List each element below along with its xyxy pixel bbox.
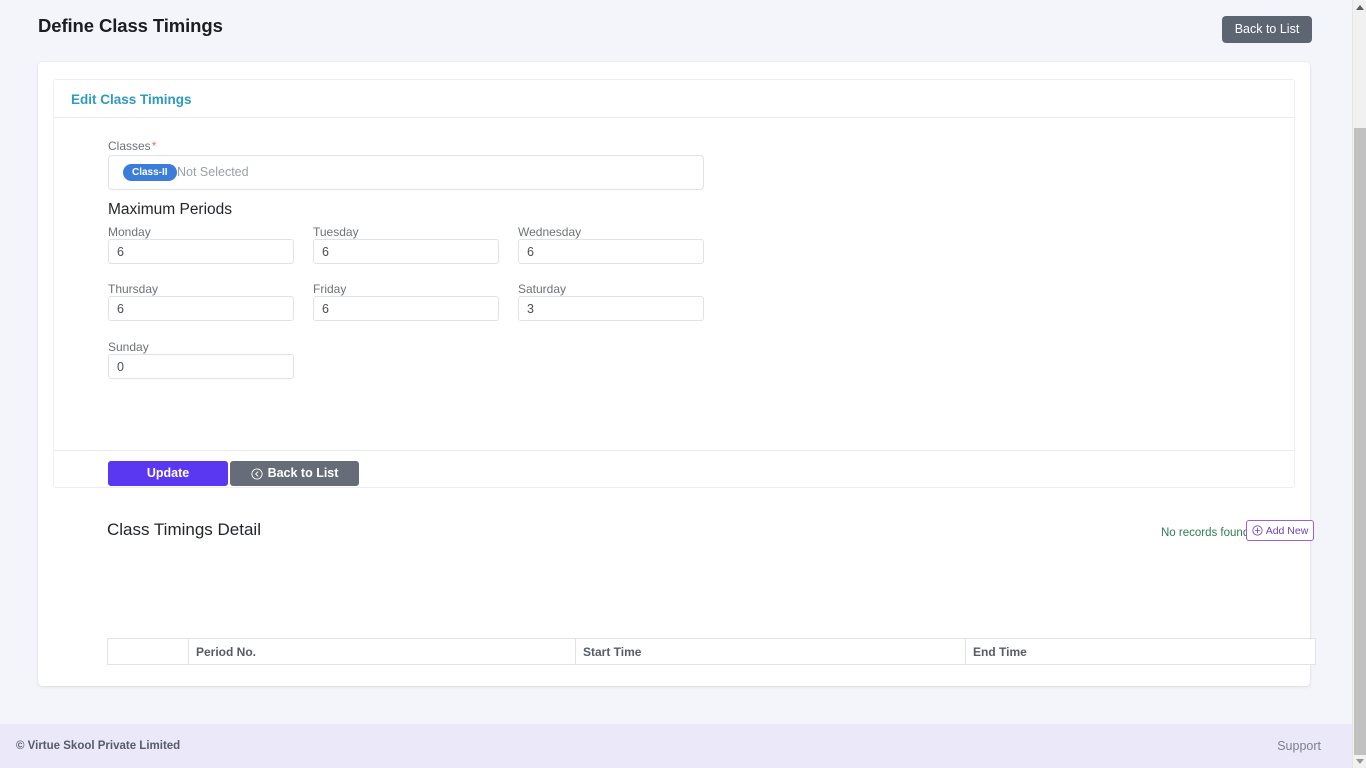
app-viewport: Define Class Timings Back to List Edit C… xyxy=(0,0,1366,768)
friday-label: Friday xyxy=(313,282,347,296)
sunday-label: Sunday xyxy=(108,340,149,354)
edit-panel-title: Edit Class Timings xyxy=(71,92,192,107)
classes-placeholder: Not Selected xyxy=(177,165,249,179)
update-button[interactable]: Update xyxy=(108,461,228,486)
tuesday-input[interactable] xyxy=(313,239,499,264)
thursday-input[interactable] xyxy=(108,296,294,321)
monday-label: Monday xyxy=(108,225,151,239)
edit-panel-header: Edit Class Timings xyxy=(54,80,1294,118)
back-to-list-top-button[interactable]: Back to List xyxy=(1222,16,1312,43)
scrollbar-thumb[interactable] xyxy=(1354,128,1366,755)
form-action-bar: Update Back to List xyxy=(54,451,1294,488)
detail-section-title: Class Timings Detail xyxy=(107,520,261,539)
wednesday-input[interactable] xyxy=(518,239,704,264)
classes-multiselect[interactable]: Class-II Not Selected xyxy=(108,155,704,190)
selected-class-tag[interactable]: Class-II xyxy=(123,164,177,181)
back-to-list-form-button[interactable]: Back to List xyxy=(230,461,359,486)
table-head: Period No. Start Time End Time xyxy=(107,638,1316,665)
page-footer: © Virtue Skool Private Limited Support xyxy=(0,724,1352,768)
edit-class-timings-panel: Edit Class Timings Classes* Class-II Not… xyxy=(53,79,1295,488)
table-col-start-time: Start Time xyxy=(575,638,966,665)
tuesday-label: Tuesday xyxy=(313,225,359,239)
vertical-scrollbar[interactable] xyxy=(1352,0,1366,768)
page-title: Define Class Timings xyxy=(38,15,223,36)
page-content: Define Class Timings Back to List Edit C… xyxy=(0,0,1352,768)
footer-support-link[interactable]: Support xyxy=(1277,739,1321,753)
page-header: Define Class Timings Back to List xyxy=(0,0,1352,55)
scroll-down-arrow-icon[interactable] xyxy=(1353,754,1366,768)
saturday-label: Saturday xyxy=(518,282,567,296)
footer-copyright: © Virtue Skool Private Limited xyxy=(16,740,181,752)
class-timings-detail-section: Class Timings Detail No records found. A… xyxy=(53,520,1316,670)
class-timings-form: Classes* Class-II Not Selected Maximum P… xyxy=(54,118,1294,450)
sunday-input[interactable] xyxy=(108,354,294,379)
maximum-periods-heading: Maximum Periods xyxy=(108,201,233,218)
classes-field-label: Classes* xyxy=(108,139,156,153)
table-col-blank xyxy=(107,638,189,665)
wednesday-label: Wednesday xyxy=(518,225,582,239)
classes-label-text: Classes xyxy=(108,139,151,153)
main-card: Edit Class Timings Classes* Class-II Not… xyxy=(38,62,1316,686)
table-col-end-time: End Time xyxy=(965,638,1316,665)
saturday-input[interactable] xyxy=(518,296,704,321)
friday-input[interactable] xyxy=(313,296,499,321)
scroll-up-arrow-icon[interactable] xyxy=(1353,0,1366,14)
back-to-list-form-label: Back to List xyxy=(267,466,339,480)
required-star: * xyxy=(151,139,157,153)
class-timings-table: Period No. Start Time End Time xyxy=(107,638,1316,665)
monday-input[interactable] xyxy=(108,239,294,264)
thursday-label: Thursday xyxy=(108,282,159,296)
table-header-row: Period No. Start Time End Time xyxy=(107,638,1316,665)
arrow-circle-left-icon xyxy=(251,467,263,480)
no-records-message: No records found. xyxy=(1161,527,1253,539)
table-col-period-no: Period No. xyxy=(188,638,576,665)
plus-circle-icon xyxy=(1252,525,1263,536)
add-new-label: Add New xyxy=(1265,524,1309,537)
add-new-button[interactable]: Add New xyxy=(1246,520,1314,541)
